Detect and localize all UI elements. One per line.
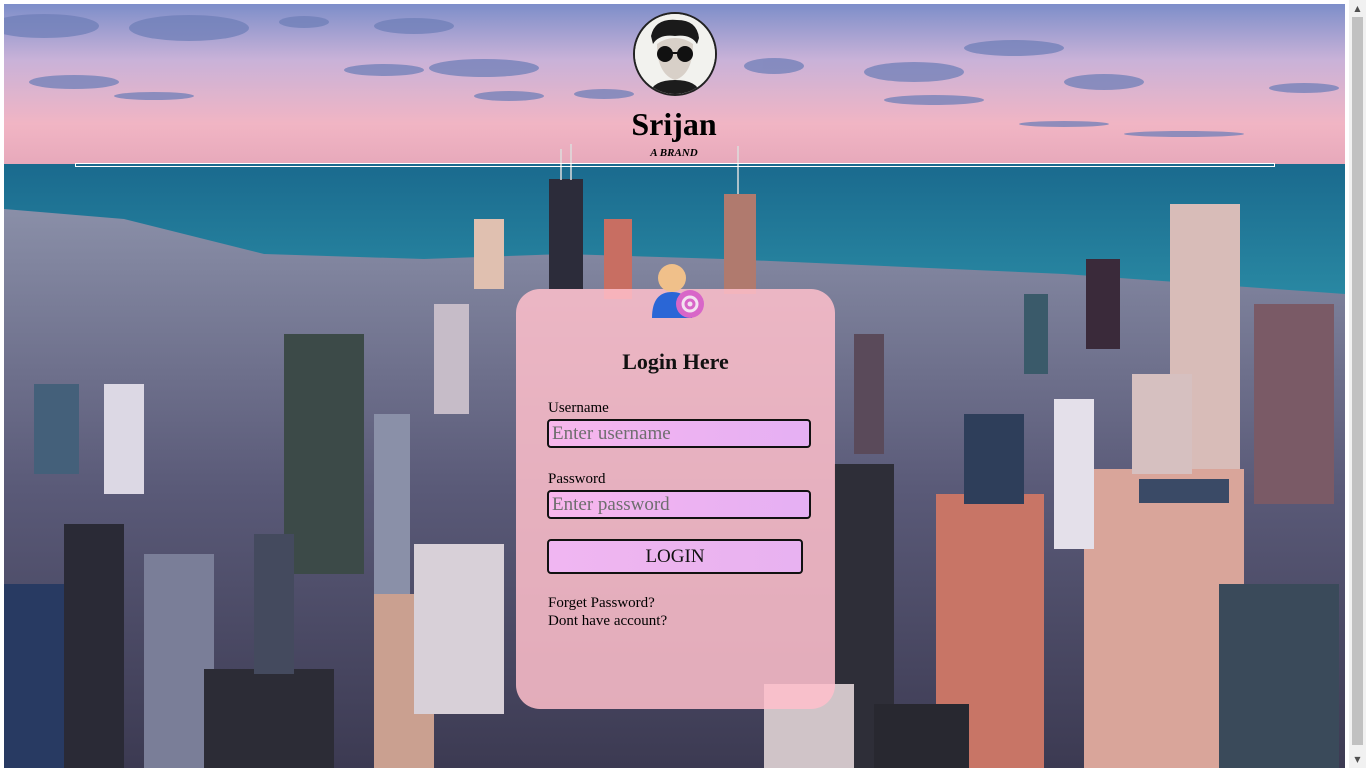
page: Srijan A BRAND Login Here Username Passw…	[0, 0, 1366, 768]
signup-link[interactable]: Dont have account?	[548, 612, 667, 630]
brand-tagline: A BRAND	[650, 147, 698, 159]
password-label: Password	[548, 471, 606, 487]
login-button[interactable]: LOGIN	[547, 539, 803, 574]
user-email-icon	[648, 262, 706, 322]
forgot-password-link[interactable]: Forget Password?	[548, 594, 655, 612]
profile-avatar	[633, 12, 717, 96]
username-label: Username	[548, 400, 609, 416]
triangle-down-icon[interactable]: ▼	[1349, 751, 1366, 768]
scrollbar-thumb[interactable]	[1352, 17, 1363, 745]
header-divider	[75, 163, 1275, 167]
vertical-scrollbar[interactable]: ▲ ▼	[1349, 0, 1366, 768]
brand-name: Srijan	[631, 106, 717, 142]
username-input[interactable]	[547, 419, 811, 448]
password-input[interactable]	[547, 490, 811, 519]
login-title: Login Here	[622, 349, 729, 374]
triangle-up-icon[interactable]: ▲	[1349, 0, 1366, 17]
avatar-photo-icon	[635, 14, 715, 94]
